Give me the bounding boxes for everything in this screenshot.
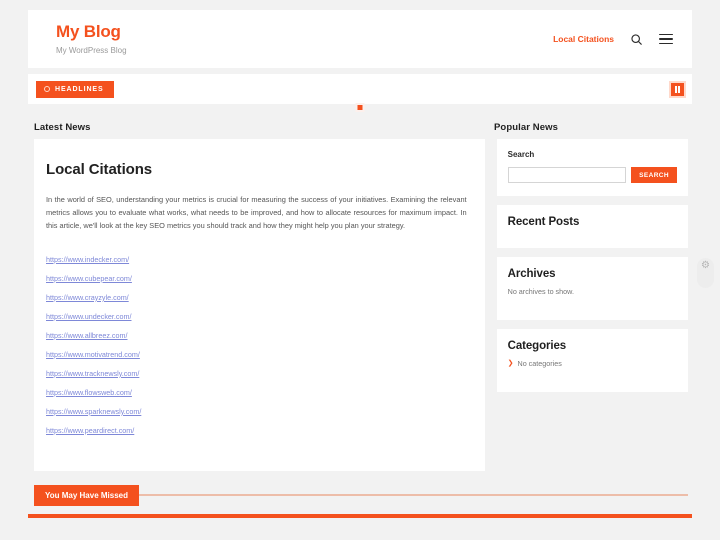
- list-item: https://www.indecker.com/: [46, 249, 467, 267]
- gear-icon[interactable]: ⚙: [697, 258, 714, 288]
- loading-square-icon: [355, 103, 365, 112]
- article-link[interactable]: https://www.flowsweb.com/: [46, 388, 132, 397]
- latest-news-heading: Latest News: [34, 122, 91, 133]
- hamburger-bars: [659, 33, 673, 45]
- archives-empty-text: No archives to show.: [507, 287, 574, 296]
- article-link[interactable]: https://www.sparknewsly.com/: [46, 407, 141, 416]
- site-header: My Blog My WordPress Blog Local Citation…: [28, 10, 692, 68]
- list-item: https://www.motivatrend.com/: [46, 344, 467, 362]
- archives-title: Archives: [507, 268, 556, 280]
- site-title[interactable]: My Blog: [56, 22, 127, 42]
- you-may-have-missed-label: You May Have Missed: [34, 484, 139, 506]
- article-body: In the world of SEO, understanding your …: [46, 195, 467, 230]
- search-form: SEARCH: [507, 167, 677, 183]
- search-icon[interactable]: [628, 31, 644, 47]
- search-submit-button[interactable]: SEARCH: [631, 167, 677, 183]
- list-item: https://www.tracknewsly.com/: [46, 363, 467, 381]
- list-item: https://www.peardirect.com/: [46, 420, 467, 438]
- headlines-ticker-bar: HEADLINES: [28, 74, 692, 112]
- list-item: https://www.sparknewsly.com/: [46, 401, 467, 419]
- sidebar: Search SEARCH Recent Posts Archives No a…: [496, 139, 688, 392]
- categories-empty-text: No categories: [517, 359, 562, 368]
- article-card: Local Citations In the world of SEO, und…: [34, 139, 485, 471]
- list-item: https://www.flowsweb.com/: [46, 382, 467, 400]
- article-link[interactable]: https://www.motivatrend.com/: [46, 350, 140, 359]
- article-link[interactable]: https://www.allbreez.com/: [46, 331, 128, 340]
- search-widget: Search SEARCH: [496, 139, 688, 196]
- section-divider-rule: [139, 494, 688, 497]
- popular-news-heading: Popular News: [494, 122, 559, 133]
- pause-icon-bar-right: [678, 85, 681, 93]
- categories-widget: Categories ❯ No categories: [496, 329, 688, 392]
- categories-empty-row: ❯ No categories: [508, 359, 677, 368]
- you-may-have-missed-section: You May Have Missed: [34, 484, 688, 506]
- clock-icon: [44, 86, 50, 92]
- headlines-badge: HEADLINES: [36, 80, 114, 98]
- search-widget-label: Search: [507, 150, 535, 159]
- hamburger-menu-icon[interactable]: [658, 31, 674, 47]
- categories-title: Categories: [507, 340, 567, 352]
- content-area: Local Citations In the world of SEO, und…: [28, 139, 692, 471]
- site-branding[interactable]: My Blog My WordPress Blog: [56, 22, 127, 55]
- article-link[interactable]: https://www.indecker.com/: [46, 255, 129, 264]
- recent-posts-title: Recent Posts: [507, 216, 580, 228]
- recent-posts-widget: Recent Posts: [496, 205, 688, 248]
- nav-item-local-citations[interactable]: Local Citations: [553, 34, 614, 44]
- list-item: https://www.allbreez.com/: [46, 325, 467, 343]
- pause-icon-bar-left: [674, 85, 677, 93]
- article-link[interactable]: https://www.crayzyle.com/: [46, 293, 129, 302]
- site-tagline: My WordPress Blog: [56, 45, 127, 55]
- list-item: https://www.undecker.com/: [46, 306, 467, 324]
- page-container: My Blog My WordPress Blog Local Citation…: [28, 10, 692, 518]
- article-title: Local Citations: [46, 161, 153, 178]
- article-link[interactable]: https://www.tracknewsly.com/: [46, 369, 139, 378]
- list-item: https://www.cubepear.com/: [46, 268, 467, 286]
- gear-glyph: ⚙: [701, 260, 710, 271]
- chevron-right-icon: ❯: [507, 360, 514, 367]
- archives-widget: Archives No archives to show.: [496, 257, 688, 320]
- article-link[interactable]: https://www.cubepear.com/: [46, 274, 132, 283]
- list-item: https://www.crayzyle.com/: [46, 287, 467, 305]
- article-link[interactable]: https://www.undecker.com/: [46, 312, 132, 321]
- article-link[interactable]: https://www.peardirect.com/: [46, 426, 134, 435]
- headlines-badge-label: HEADLINES: [55, 85, 104, 93]
- header-actions: Local Citations: [553, 31, 674, 47]
- article-link-list: https://www.indecker.com/ https://www.cu…: [46, 249, 467, 438]
- search-input[interactable]: [507, 167, 627, 183]
- ticker-pause-button[interactable]: [669, 80, 686, 98]
